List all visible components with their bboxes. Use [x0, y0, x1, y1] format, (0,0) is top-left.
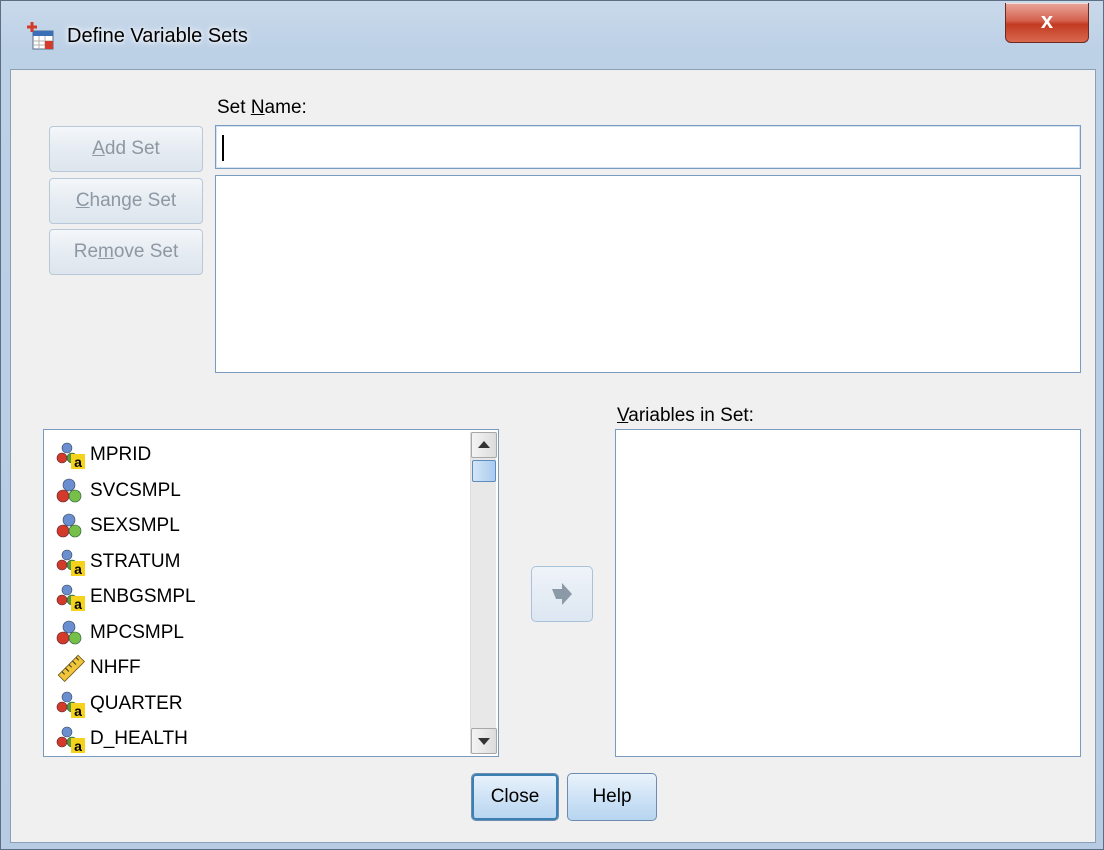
- scroll-up-button[interactable]: [471, 432, 497, 458]
- variable-name: ENBGSMPL: [90, 586, 196, 607]
- scroll-down-button[interactable]: [471, 728, 497, 754]
- variable-list-item[interactable]: a QUARTER: [56, 687, 183, 721]
- nominal-icon: [56, 618, 86, 648]
- text-caret: [222, 135, 224, 161]
- variable-name: SVCSMPL: [90, 479, 181, 501]
- title-bar[interactable]: Define Variable Sets x: [1, 1, 1103, 69]
- triangle-down-icon: [478, 738, 490, 745]
- variable-name: SEXSMPL: [90, 515, 180, 536]
- variable-list-item[interactable]: a STRATUM: [56, 545, 180, 579]
- variable-list-item[interactable]: a ENBGSMPL: [56, 580, 196, 614]
- nominal-string-icon: a: [56, 724, 86, 754]
- nominal-string-icon: a: [56, 582, 86, 612]
- help-button[interactable]: Help: [567, 773, 657, 821]
- svg-text:a: a: [74, 454, 82, 470]
- add-set-button[interactable]: Add Set: [49, 126, 203, 172]
- arrow-right-icon: [552, 583, 572, 605]
- nominal-string-icon: a: [56, 547, 86, 577]
- nominal-string-icon: a: [56, 689, 86, 719]
- window-title: Define Variable Sets: [67, 25, 248, 47]
- variable-list-item[interactable]: MPCSMPL: [56, 616, 184, 650]
- triangle-up-icon: [478, 441, 490, 448]
- variables-in-set-label: Variables in Set:: [617, 405, 754, 426]
- set-name-label: Set Name:: [217, 97, 307, 118]
- nominal-icon: [56, 511, 86, 541]
- variable-list-item[interactable]: a D_HEALTH: [56, 722, 188, 756]
- variable-list-item[interactable]: a MPRID: [56, 438, 151, 472]
- svg-text:a: a: [74, 561, 82, 577]
- app-icon: [27, 22, 54, 50]
- scroll-thumb[interactable]: [472, 460, 496, 482]
- nominal-icon: [56, 476, 86, 506]
- variable-name: QUARTER: [90, 692, 183, 714]
- defined-sets-list[interactable]: [215, 175, 1081, 373]
- variable-name: STRATUM: [90, 550, 181, 572]
- remove-set-button[interactable]: Remove Set: [49, 229, 203, 275]
- variable-name: MPCSMPL: [90, 621, 184, 643]
- source-variable-list[interactable]: a MPRID SVCSMPL SEXSMPL a STRATUM a ENBGSMPL MPC…: [43, 429, 499, 757]
- set-name-input[interactable]: [215, 125, 1081, 169]
- variable-list-item[interactable]: SVCSMPL: [56, 474, 181, 508]
- scale-ruler-icon: [56, 653, 86, 683]
- change-set-button[interactable]: Change Set: [49, 178, 203, 224]
- dialog-window: Define Variable Sets x Set Name: Add Set…: [0, 0, 1104, 850]
- variable-name: D_HEALTH: [90, 728, 188, 749]
- svg-text:a: a: [74, 738, 82, 754]
- variables-in-set-list[interactable]: [615, 429, 1081, 757]
- move-to-set-button[interactable]: [531, 566, 593, 622]
- close-button[interactable]: Close: [471, 773, 559, 821]
- svg-text:a: a: [74, 596, 82, 612]
- variable-name: NHFF: [90, 657, 141, 678]
- variable-list-item[interactable]: NHFF: [56, 651, 141, 685]
- variable-name: MPRID: [90, 444, 152, 465]
- svg-text:a: a: [74, 703, 82, 719]
- nominal-string-icon: a: [56, 440, 86, 470]
- window-close-button[interactable]: x: [1005, 3, 1089, 43]
- vertical-scrollbar[interactable]: [470, 432, 497, 754]
- variable-list-item[interactable]: SEXSMPL: [56, 509, 180, 543]
